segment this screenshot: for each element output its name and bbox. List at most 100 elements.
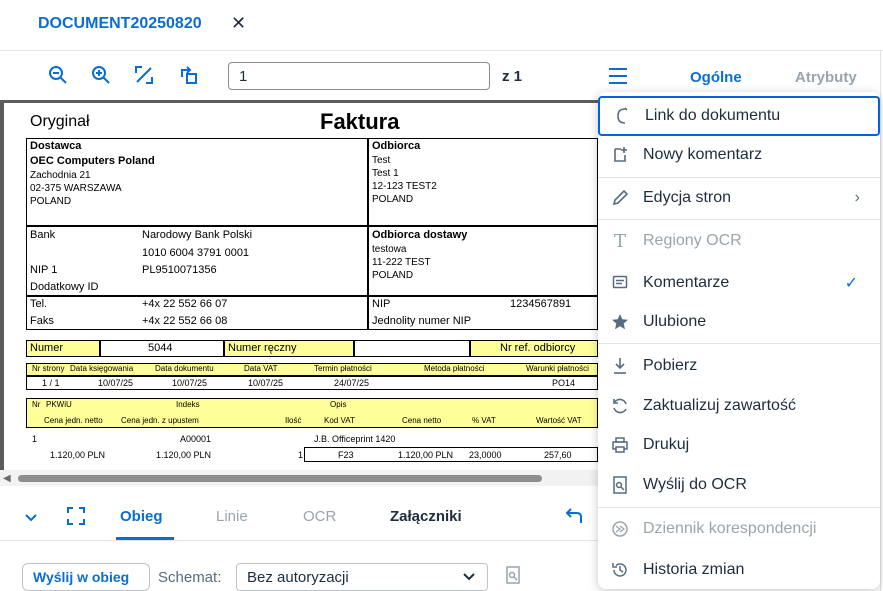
expand-icon[interactable] — [65, 505, 87, 527]
item-cell: 1 — [32, 434, 38, 444]
scrollbar-thumb[interactable] — [18, 475, 542, 482]
recipient-line: 12-123 TEST2 — [372, 181, 437, 192]
items-header-cell: % VAT — [472, 416, 496, 425]
menu-item-label: Regiony OCR — [643, 232, 742, 249]
recipient-heading: Odbiorca — [372, 140, 421, 152]
delivery-heading: Odbiorca dostawy — [372, 229, 468, 241]
tab-attachments[interactable]: Załączniki — [390, 508, 462, 525]
page-number-input[interactable] — [228, 62, 490, 90]
download-icon — [610, 356, 630, 376]
history-icon — [610, 560, 630, 580]
item-cell: 257,60 — [544, 450, 572, 460]
supplier-name: OEC Computers Poland — [30, 155, 155, 167]
recipient-line: Test — [372, 155, 391, 166]
rotate-icon[interactable] — [178, 64, 200, 86]
nip-value: PL9510071356 — [142, 264, 217, 276]
menu-item-link[interactable]: Link do dokumentu — [598, 96, 880, 136]
edit-pages-icon — [610, 188, 630, 208]
fax-label: Faks — [30, 315, 54, 327]
menu-item-label: Link do dokumentu — [645, 107, 781, 124]
tab-flow[interactable]: Obieg — [120, 508, 163, 525]
dates-value: 24/07/25 — [334, 378, 370, 388]
print-icon — [610, 435, 630, 455]
items-header-cell: PKWiU — [46, 400, 72, 409]
manual-number-value-cell — [354, 340, 470, 357]
bottom-tab-bar — [0, 486, 598, 541]
menu-item-comments[interactable]: Komentarze ✓ — [598, 263, 880, 303]
document-search-icon[interactable] — [506, 566, 520, 589]
unified-nip-label: Jednolity numer NIP — [372, 315, 472, 327]
chevron-down-icon — [463, 568, 475, 585]
document-tab-title[interactable]: DOCUMENT20250820 — [38, 15, 202, 33]
page-count: z 1 — [502, 68, 523, 85]
bank-account: 1010 6004 3791 0001 — [142, 247, 250, 259]
schema-value: Bez autoryzacji — [247, 569, 349, 586]
menu-item-label: Nowy komentarz — [643, 146, 763, 163]
delivery-line: POLAND — [372, 270, 414, 281]
undo-icon[interactable] — [563, 505, 585, 527]
dates-value: 10/07/25 — [248, 378, 284, 388]
text-icon: T — [613, 230, 626, 252]
item-cell: 1.120,00 PLN — [156, 450, 212, 460]
scroll-left-icon[interactable]: ◀ — [3, 473, 11, 484]
bank-label: Bank — [30, 229, 56, 241]
dates-header: Data VAT — [244, 364, 278, 373]
items-header-cell: Wartość VAT — [536, 416, 582, 425]
menu-icon[interactable] — [606, 64, 630, 88]
recipient-ref-label: Nr ref. odbiorcy — [500, 342, 576, 354]
dates-header: Data dokumentu — [155, 364, 214, 373]
star-icon — [610, 312, 630, 332]
tab-ocr[interactable]: OCR — [303, 508, 336, 525]
menu-item-history[interactable]: Historia zmian — [598, 550, 880, 590]
menu-item-label: Ulubione — [643, 313, 707, 330]
menu-item-download[interactable]: Pobierz — [598, 346, 880, 386]
tab-attributes[interactable]: Atrybuty — [795, 69, 857, 86]
document-viewer[interactable]: Oryginał Faktura Dostawca OEC Computers … — [0, 100, 598, 470]
dates-header: Warunki płatności — [526, 364, 589, 373]
menu-separator — [598, 219, 880, 220]
add-comment-icon — [610, 145, 630, 165]
panel-divider — [880, 50, 881, 591]
nip2-label: NIP — [372, 298, 391, 310]
menu-item-label: Wyślij do OCR — [643, 476, 747, 493]
menu-item-label: Zaktualizuj zawartość — [643, 397, 796, 414]
menu-item-update-content[interactable]: Zaktualizuj zawartość — [598, 386, 880, 426]
schema-select[interactable]: Bez autoryzacji — [236, 563, 488, 591]
menu-separator — [598, 343, 880, 344]
collapse-chevron-icon[interactable] — [20, 507, 42, 529]
item-cell: 1.120,00 PLN — [50, 450, 106, 460]
items-header-cell: Kod VAT — [324, 416, 355, 425]
nip2-value: 1234567891 — [510, 298, 572, 310]
fit-page-icon[interactable] — [133, 64, 155, 86]
fax-value: +4x 22 552 66 08 — [142, 315, 228, 327]
invoice-page: Oryginał Faktura Dostawca OEC Computers … — [4, 103, 598, 470]
tab-general[interactable]: Ogólne — [690, 69, 742, 86]
items-header-cell: Cena jedn. z upustem — [121, 416, 199, 425]
zoom-in-icon[interactable] — [90, 64, 112, 86]
tab-lines[interactable]: Linie — [216, 508, 248, 525]
dates-header: Nr strony — [32, 364, 65, 373]
refresh-icon — [610, 396, 630, 416]
recipient-line: POLAND — [372, 194, 414, 205]
zoom-out-icon[interactable] — [47, 64, 69, 86]
menu-item-print[interactable]: Drukuj — [598, 425, 880, 465]
menu-item-send-ocr[interactable]: Wyślij do OCR — [598, 465, 880, 505]
item-cell: A00001 — [180, 434, 212, 444]
original-label: Oryginał — [30, 113, 90, 130]
send-to-workflow-button[interactable]: Wyślij w obieg — [22, 563, 150, 591]
invoice-title: Faktura — [320, 109, 400, 134]
active-tab-indicator — [116, 537, 174, 540]
menu-item-edit-pages[interactable]: Edycja stron › — [598, 178, 880, 218]
delivery-line: testowa — [372, 244, 407, 255]
tel-value: +4x 22 552 66 07 — [142, 298, 228, 310]
menu-item-new-comment[interactable]: Nowy komentarz — [598, 135, 880, 175]
number-value: 5044 — [148, 342, 173, 354]
ocr-document-icon — [610, 475, 630, 495]
menu-item-label: Drukuj — [643, 436, 690, 453]
menu-item-label: Historia zmian — [643, 561, 745, 578]
menu-item-favorites[interactable]: Ulubione — [598, 302, 880, 342]
dates-header: Data księgowania — [70, 364, 134, 373]
close-tab-icon[interactable]: ✕ — [231, 13, 246, 34]
item-cell: 1 — [298, 450, 304, 460]
delivery-line: 11-222 TEST — [372, 257, 431, 268]
